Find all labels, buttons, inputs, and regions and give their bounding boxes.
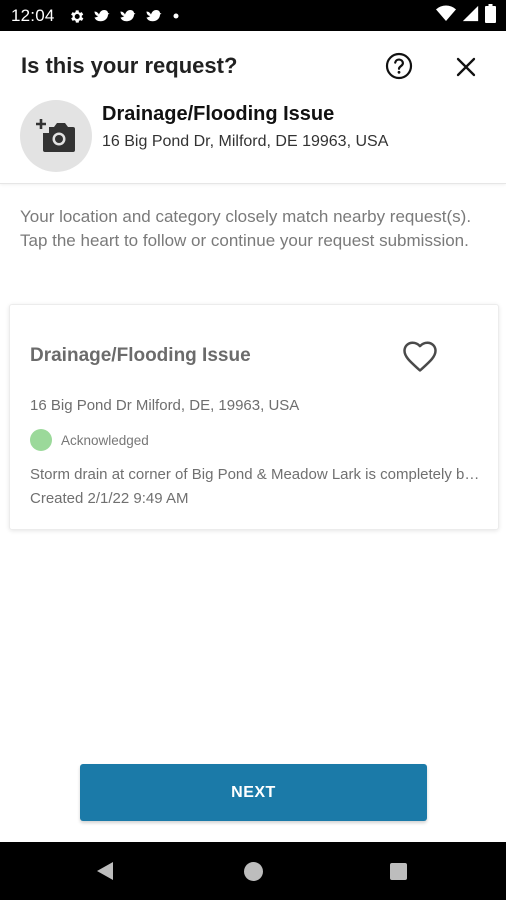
heart-icon bbox=[403, 341, 437, 372]
request-created-date: Created 2/1/22 9:49 AM bbox=[30, 490, 189, 507]
recent-apps-button[interactable] bbox=[390, 863, 407, 880]
navigation-bar bbox=[0, 842, 506, 900]
bird-icon bbox=[119, 8, 137, 24]
follow-button[interactable] bbox=[402, 340, 438, 374]
add-photo-icon bbox=[36, 119, 75, 152]
status-row: Acknowledged bbox=[30, 429, 149, 451]
page-title: Is this your request? bbox=[21, 53, 238, 78]
matching-request-card[interactable]: Drainage/Flooding Issue 16 Big Pond Dr M… bbox=[9, 304, 499, 530]
notification-icons bbox=[68, 6, 181, 26]
location-address: 16 Big Pond Dr, Milford, DE 19963, USA bbox=[102, 133, 389, 150]
close-icon bbox=[456, 57, 476, 77]
category-title: Drainage/Flooding Issue bbox=[102, 103, 335, 125]
match-info-text: Your location and category closely match… bbox=[20, 207, 472, 250]
request-header: Is this your request? Drainage/Flooding … bbox=[0, 31, 506, 184]
wifi-icon bbox=[436, 5, 456, 27]
close-button[interactable] bbox=[452, 53, 480, 81]
help-button[interactable] bbox=[384, 51, 414, 81]
help-circle-icon bbox=[385, 52, 413, 80]
signal-icon bbox=[462, 5, 479, 27]
status-bar: 12:04 bbox=[0, 0, 506, 31]
next-button[interactable]: NEXT bbox=[80, 764, 427, 821]
bird-icon bbox=[145, 8, 163, 24]
request-title: Drainage/Flooding Issue bbox=[30, 345, 251, 366]
dot-icon bbox=[171, 11, 181, 21]
status-indicator bbox=[30, 429, 52, 451]
request-description: Storm drain at corner of Big Pond & Mead… bbox=[30, 466, 482, 483]
status-badge: Acknowledged bbox=[61, 432, 149, 448]
settings-icon bbox=[68, 8, 85, 25]
request-address: 16 Big Pond Dr Milford, DE, 19963, USA bbox=[30, 397, 300, 414]
back-button[interactable] bbox=[96, 861, 114, 886]
back-icon bbox=[97, 862, 113, 880]
battery-icon bbox=[485, 4, 496, 28]
home-button[interactable] bbox=[244, 862, 263, 881]
bird-icon bbox=[93, 8, 111, 24]
system-icons bbox=[436, 4, 496, 28]
add-photo-button[interactable] bbox=[20, 100, 92, 172]
status-time: 12:04 bbox=[11, 6, 55, 25]
